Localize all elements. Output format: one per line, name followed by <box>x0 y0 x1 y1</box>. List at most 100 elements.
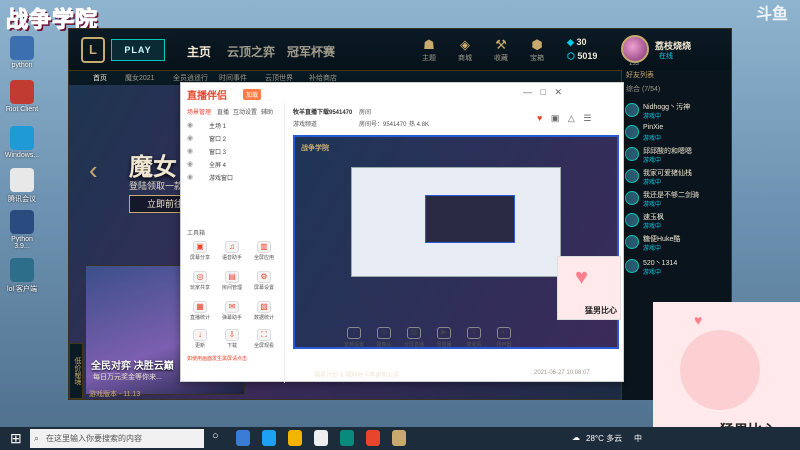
eye-icon[interactable]: ◉ <box>187 121 195 129</box>
zhibo-taskbar-icon[interactable] <box>366 430 380 446</box>
desktop-icon-label: lol 客户端 <box>7 286 37 293</box>
desktop-icon-lol[interactable]: lol 客户端 <box>4 258 40 294</box>
tool-settings[interactable]: ⚙ 屏幕设置 <box>249 271 279 291</box>
minimize-icon[interactable]: — <box>523 87 532 97</box>
tool-data[interactable]: ▧ 数据统计 <box>249 301 279 321</box>
tool-player-share[interactable]: ◎ 玩家共享 <box>185 271 215 291</box>
speaker-icon: ◐ <box>497 327 511 339</box>
weather-text[interactable]: 28°C 多云 <box>586 433 622 444</box>
room-category[interactable]: 游戏频道 <box>293 119 317 128</box>
subnav-item[interactable]: 魔女2021 <box>125 73 155 83</box>
tool-fullwatch[interactable]: ⛶ 全屏观看 <box>249 329 279 349</box>
nav-tft[interactable]: 云顶之弈 <box>227 43 275 60</box>
header-tools[interactable]: ♥ ▣ △ ☰ <box>537 113 591 124</box>
desktop-icon-meeting[interactable]: 腾讯会议 <box>4 168 40 204</box>
folder-icon[interactable] <box>288 430 302 446</box>
nav-clash[interactable]: 冠军杯赛 <box>287 43 335 60</box>
mic-button[interactable]: ♯ 麦克风 <box>457 327 491 348</box>
nav-home[interactable]: 主页 <box>187 43 211 60</box>
lang-indicator[interactable]: 中 <box>634 433 642 444</box>
weather-icon[interactable]: ☁ <box>572 433 580 442</box>
record-button[interactable]: ▶ 录直播 <box>427 327 461 348</box>
download-icon: ⇩ <box>225 329 239 341</box>
friend-item[interactable]: 我还是不够二剑骑 游戏中 <box>622 188 731 210</box>
desktop-icon-riot[interactable]: Riot Client <box>4 80 40 113</box>
friend-item[interactable]: 我家可爱猪仙栈 游戏中 <box>622 166 731 188</box>
tool-danmu[interactable]: ✉ 弹幕助手 <box>217 301 247 321</box>
friend-item[interactable]: PinXie 游戏中 <box>622 122 731 144</box>
task-view-icon[interactable]: ○ <box>212 430 226 446</box>
banner-title: 魔女 <box>129 154 177 181</box>
windows-start-icon[interactable]: ⊞ <box>10 430 22 447</box>
league-taskbar-icon[interactable] <box>392 430 406 446</box>
tool-screen-share[interactable]: ▣ 屏幕分享 <box>185 241 215 261</box>
bell-icon[interactable]: △ <box>568 113 575 123</box>
scene-item[interactable]: ◉ 全屏 4 <box>187 160 279 172</box>
tab-assist[interactable]: 辅助 <box>261 107 273 116</box>
header-icon-label: 主题 <box>422 55 436 62</box>
promo-subtitle: 每日万元奖金等你来... <box>93 374 162 381</box>
desktop-icon-python[interactable]: python <box>4 36 40 69</box>
eye-icon[interactable]: ◉ <box>187 134 195 142</box>
header-icon-label: 宝箱 <box>530 55 544 62</box>
tool-stats[interactable]: ▦ 直播统计 <box>185 301 215 321</box>
tool-update[interactable]: ↓ 更新 <box>185 329 215 349</box>
taskbar-app-4[interactable] <box>314 430 328 446</box>
tool-label: 数据统计 <box>253 315 274 321</box>
scene-item[interactable]: ◉ 主场 1 <box>187 121 279 133</box>
lock-icon[interactable]: ▣ <box>551 113 560 123</box>
eye-icon[interactable]: ◉ <box>187 147 195 155</box>
tool-download[interactable]: ⇩ 下载 <box>217 329 247 349</box>
friend-item[interactable]: 520丶1314 游戏中 <box>622 256 731 278</box>
play-button[interactable]: PLAY <box>111 39 165 61</box>
taskbar-app-1[interactable] <box>236 430 250 446</box>
room-heat: 热 4.8K <box>409 122 430 128</box>
rp-icon: ◆ <box>567 37 574 47</box>
audio-settings-button[interactable]: ♪ 音频设置 <box>337 327 371 348</box>
camera-button[interactable]: ◎ 摄像头 <box>367 327 401 348</box>
close-icon[interactable]: ✕ <box>554 87 562 97</box>
tool-room[interactable]: ▤ 房间管理 <box>217 271 247 291</box>
client-news[interactable]: 福星计划 & 福利收卡等更新公告 <box>314 370 399 379</box>
friend-item[interactable]: Nidhogg丶污神 游戏中 <box>622 100 731 122</box>
desktop-icon-python39[interactable]: Python 3.9... <box>4 210 40 250</box>
scene-label: 全屏 4 <box>209 163 227 169</box>
scene-label: 游戏窗口 <box>209 176 234 182</box>
subnav-home[interactable]: 首页 <box>93 73 107 83</box>
scene-item[interactable]: ◉ 窗口 2 <box>187 134 279 146</box>
tab-interact[interactable]: 互动设置 <box>233 107 257 116</box>
speaker-button[interactable]: ◐ 扬声器 <box>487 327 521 348</box>
friend-item[interactable]: 速玉枫 游戏中 <box>622 210 731 232</box>
banner-prev-icon[interactable]: ‹ <box>89 155 98 186</box>
scene-label: 窗口 2 <box>209 137 227 143</box>
gift-icon[interactable]: ♥ <box>537 113 542 123</box>
room-title: 牧羊直播下载9541470 <box>293 110 353 116</box>
edge-icon[interactable] <box>262 430 276 446</box>
scene-item[interactable]: ◉ 游戏窗口 <box>187 173 279 185</box>
scene-item[interactable]: ◉ 窗口 3 <box>187 147 279 159</box>
taskbar-app-5[interactable] <box>340 430 354 446</box>
friend-item[interactable]: 糖便Huke酷 游戏中 <box>622 232 731 254</box>
profile-avatar[interactable] <box>621 35 649 63</box>
desktop-icon-windows[interactable]: Windows... <box>4 126 40 159</box>
side-tab[interactable]: 低价秘境 <box>69 343 83 399</box>
split-live-button[interactable]: ▥ 分屏直播 <box>397 327 431 348</box>
friends-group[interactable]: 综合 (7/54) <box>622 84 660 94</box>
warning-text[interactable]: 如使用画面发生黑屏请点击 <box>187 355 247 362</box>
eye-icon[interactable]: ◉ <box>187 160 195 168</box>
menu-icon[interactable]: ☰ <box>583 113 591 123</box>
window-controls[interactable]: — □ ✕ <box>523 87 562 98</box>
tab-live[interactable]: 直播 <box>217 107 229 116</box>
maximize-icon[interactable]: □ <box>541 87 546 97</box>
tool-fullscreen-app[interactable]: ▥ 全屏应用 <box>249 241 279 261</box>
header-chest[interactable]: ⬢ 宝箱 <box>515 37 559 63</box>
tab-scenes[interactable]: 场景管理 <box>187 107 211 116</box>
taskbar-search[interactable]: ⌕ 在这里输入你要搜索的内容 <box>30 429 204 448</box>
eye-icon[interactable]: ◉ <box>187 173 195 181</box>
friend-name: PinXie <box>643 124 664 131</box>
be-value: 5019 <box>577 51 598 61</box>
friend-item[interactable]: 邱邱酸的和嗯嗯 游戏中 <box>622 144 731 166</box>
league-logo-icon[interactable]: L <box>81 37 105 63</box>
tool-voice[interactable]: ♫ 语音助手 <box>217 241 247 261</box>
header-icon-label: 收藏 <box>494 55 508 62</box>
